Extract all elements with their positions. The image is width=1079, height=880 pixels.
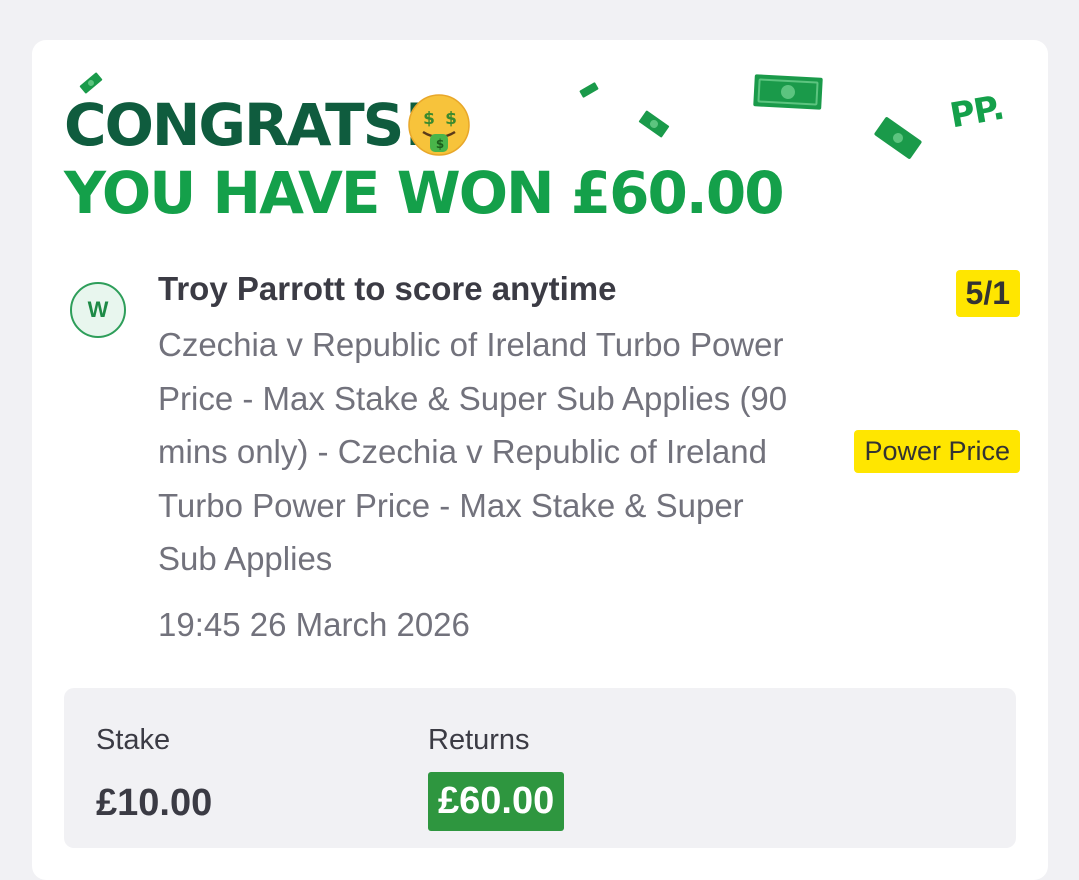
returns-label: Returns xyxy=(428,724,530,756)
svg-text:$: $ xyxy=(423,109,434,129)
win-card: PP. CONGRATS! $ $ $ YOU HAVE WON £60.00 … xyxy=(32,40,1048,880)
returns-value: £60.00 xyxy=(428,772,565,831)
paddy-power-logo: PP. xyxy=(946,87,1007,137)
win-status-badge: W xyxy=(70,282,126,338)
power-price-badge: Power Price xyxy=(854,430,1020,473)
odds-badge: 5/1 xyxy=(955,270,1020,317)
banknote-icon xyxy=(638,110,670,138)
svg-text:$: $ xyxy=(445,109,456,129)
banknote-icon xyxy=(874,117,922,159)
banknote-icon xyxy=(579,82,599,98)
stake-value: £10.00 xyxy=(96,782,213,824)
money-mouth-face-icon: $ $ $ xyxy=(408,94,470,156)
market-description: Czechia v Republic of Ireland Turbo Powe… xyxy=(158,326,788,577)
event-time: 19:45 26 March 2026 xyxy=(158,606,470,643)
won-amount-title: YOU HAVE WON £60.00 xyxy=(64,159,785,227)
stake-returns-panel: Stake £10.00 Returns £60.00 xyxy=(64,688,1016,848)
selection-name: Troy Parrott to score anytime xyxy=(158,270,617,307)
congrats-title: CONGRATS! xyxy=(64,91,429,159)
banknote-icon xyxy=(753,74,823,110)
stake-label: Stake xyxy=(96,724,171,756)
